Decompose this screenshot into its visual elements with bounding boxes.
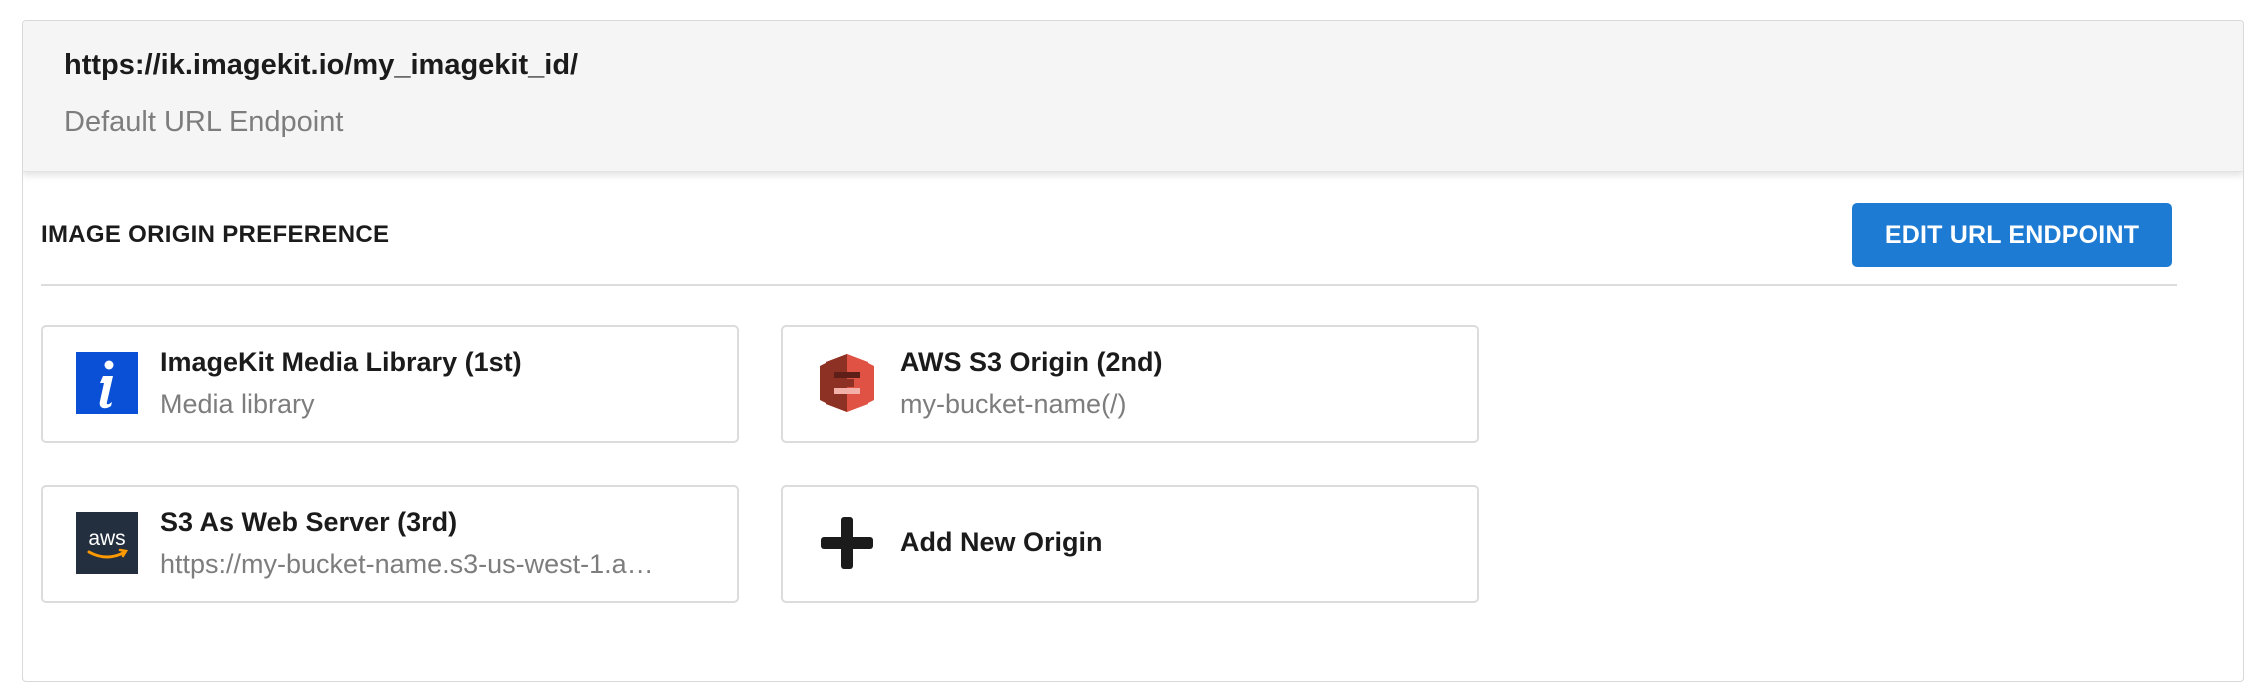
origin-card-s3-web-server[interactable]: aws S3 As Web Server (3rd) https://my-bu… bbox=[41, 485, 739, 603]
divider bbox=[41, 284, 2177, 286]
origin-subtitle: https://my-bucket-name.s3-us-west-1.amaz… bbox=[160, 549, 660, 579]
aws-icon: aws bbox=[76, 512, 138, 574]
origin-title: ImageKit Media Library (1st) bbox=[160, 347, 522, 377]
section-title: IMAGE ORIGIN PREFERENCE bbox=[41, 221, 390, 248]
edit-url-endpoint-button[interactable]: EDIT URL ENDPOINT bbox=[1852, 203, 2172, 267]
origin-card-imagekit[interactable]: ImageKit Media Library (1st) Media libra… bbox=[41, 325, 739, 443]
origin-subtitle: Media library bbox=[160, 389, 315, 419]
endpoint-url: https://ik.imagekit.io/my_imagekit_id/ bbox=[64, 49, 579, 81]
origin-title: S3 As Web Server (3rd) bbox=[160, 507, 458, 537]
aws-s3-icon bbox=[820, 354, 874, 412]
svg-text:aws: aws bbox=[88, 527, 125, 550]
endpoint-header: https://ik.imagekit.io/my_imagekit_id/ D… bbox=[23, 21, 2243, 172]
imagekit-icon bbox=[76, 352, 138, 414]
endpoint-label: Default URL Endpoint bbox=[64, 106, 344, 138]
plus-icon bbox=[821, 517, 873, 569]
origin-title: AWS S3 Origin (2nd) bbox=[900, 347, 1163, 377]
add-new-origin-label: Add New Origin bbox=[900, 527, 1103, 557]
origin-card-aws-s3[interactable]: AWS S3 Origin (2nd) my-bucket-name(/) bbox=[781, 325, 1479, 443]
add-new-origin-button[interactable]: Add New Origin bbox=[781, 485, 1479, 603]
origin-subtitle: my-bucket-name(/) bbox=[900, 389, 1127, 419]
